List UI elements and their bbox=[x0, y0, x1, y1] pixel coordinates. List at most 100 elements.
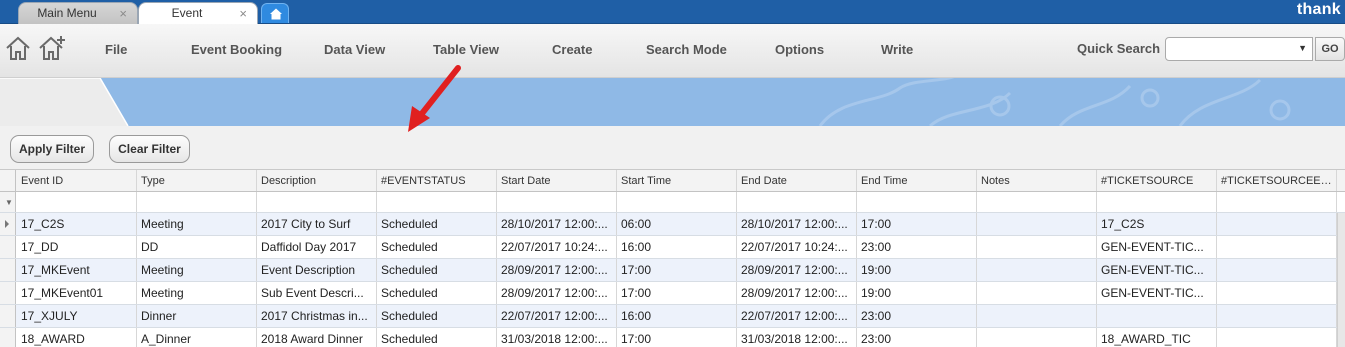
cell-event-id[interactable]: 18_AWARD bbox=[17, 328, 137, 347]
menu-create[interactable]: Create bbox=[552, 42, 592, 57]
cell-start-date[interactable]: 28/09/2017 12:00:... bbox=[497, 259, 617, 281]
cell-ticketsourceexgst[interactable] bbox=[1217, 236, 1337, 258]
apply-filter-button[interactable]: Apply Filter bbox=[10, 135, 94, 163]
row-indicator[interactable] bbox=[0, 213, 16, 235]
cell-ticketsource[interactable] bbox=[1097, 305, 1217, 327]
cell-eventstatus[interactable]: Scheduled bbox=[377, 236, 497, 258]
cell-start-date[interactable]: 28/10/2017 12:00:... bbox=[497, 213, 617, 235]
clear-filter-button[interactable]: Clear Filter bbox=[109, 135, 190, 163]
cell-ticketsource[interactable]: GEN-EVENT-TIC... bbox=[1097, 236, 1217, 258]
filter-cell-end-time[interactable] bbox=[857, 192, 977, 212]
column-header-end-time[interactable]: End Time bbox=[857, 170, 977, 191]
tab-event[interactable]: Event × bbox=[138, 2, 258, 25]
cell-notes[interactable] bbox=[977, 282, 1097, 304]
cell-ticketsource[interactable]: GEN-EVENT-TIC... bbox=[1097, 282, 1217, 304]
quick-search-input[interactable]: ▼ bbox=[1165, 37, 1313, 61]
cell-end-time[interactable]: 19:00 bbox=[857, 282, 977, 304]
cell-ticketsourceexgst[interactable] bbox=[1217, 259, 1337, 281]
cell-description[interactable]: Sub Event Descri... bbox=[257, 282, 377, 304]
filter-cell-end-date[interactable] bbox=[737, 192, 857, 212]
close-icon[interactable]: × bbox=[239, 3, 247, 24]
row-indicator[interactable] bbox=[0, 236, 16, 258]
filter-cell-type[interactable] bbox=[137, 192, 257, 212]
cell-end-time[interactable]: 17:00 bbox=[857, 213, 977, 235]
cell-type[interactable]: A_Dinner bbox=[137, 328, 257, 347]
cell-event-id[interactable]: 17_MKEvent bbox=[17, 259, 137, 281]
column-header-description[interactable]: Description bbox=[257, 170, 377, 191]
cell-end-date[interactable]: 31/03/2018 12:00:... bbox=[737, 328, 857, 347]
cell-eventstatus[interactable]: Scheduled bbox=[377, 282, 497, 304]
cell-ticketsourceexgst[interactable] bbox=[1217, 213, 1337, 235]
cell-description[interactable]: 2018 Award Dinner bbox=[257, 328, 377, 347]
menu-event-booking[interactable]: Event Booking bbox=[191, 42, 282, 57]
menu-write[interactable]: Write bbox=[881, 42, 913, 57]
cell-ticketsourceexgst[interactable] bbox=[1217, 282, 1337, 304]
add-home-icon[interactable] bbox=[37, 34, 65, 62]
filter-cell-event-id[interactable] bbox=[17, 192, 137, 212]
filter-cell-eventstatus[interactable] bbox=[377, 192, 497, 212]
cell-description[interactable]: 2017 Christmas in... bbox=[257, 305, 377, 327]
row-indicator[interactable] bbox=[0, 305, 16, 327]
cell-event-id[interactable]: 17_DD bbox=[17, 236, 137, 258]
cell-eventstatus[interactable]: Scheduled bbox=[377, 328, 497, 347]
close-icon[interactable]: × bbox=[119, 3, 127, 24]
cell-ticketsource[interactable]: GEN-EVENT-TIC... bbox=[1097, 259, 1217, 281]
menu-search-mode[interactable]: Search Mode bbox=[646, 42, 727, 57]
cell-end-date[interactable]: 28/09/2017 12:00:... bbox=[737, 259, 857, 281]
cell-end-date[interactable]: 28/09/2017 12:00:... bbox=[737, 282, 857, 304]
cell-start-date[interactable]: 28/09/2017 12:00:... bbox=[497, 282, 617, 304]
menu-options[interactable]: Options bbox=[775, 42, 824, 57]
filter-cell-description[interactable] bbox=[257, 192, 377, 212]
cell-ticketsourceexgst[interactable] bbox=[1217, 328, 1337, 347]
cell-start-time[interactable]: 17:00 bbox=[617, 259, 737, 281]
cell-event-id[interactable]: 17_C2S bbox=[17, 213, 137, 235]
filter-cell-start-time[interactable] bbox=[617, 192, 737, 212]
cell-end-date[interactable]: 28/10/2017 12:00:... bbox=[737, 213, 857, 235]
home-icon[interactable] bbox=[4, 34, 32, 62]
cell-type[interactable]: Dinner bbox=[137, 305, 257, 327]
table-row[interactable]: 17_C2S Meeting 2017 City to Surf Scheduled 2… bbox=[0, 213, 1345, 236]
cell-description[interactable]: Event Description bbox=[257, 259, 377, 281]
cell-ticketsource[interactable]: 17_C2S bbox=[1097, 213, 1217, 235]
cell-end-time[interactable]: 23:00 bbox=[857, 305, 977, 327]
menu-table-view[interactable]: Table View bbox=[433, 42, 499, 57]
cell-event-id[interactable]: 17_MKEvent01 bbox=[17, 282, 137, 304]
table-row[interactable]: 17_MKEvent01 Meeting Sub Event Descri... Sc… bbox=[0, 282, 1345, 305]
cell-start-time[interactable]: 06:00 bbox=[617, 213, 737, 235]
cell-type[interactable]: Meeting bbox=[137, 213, 257, 235]
home-tab-icon[interactable] bbox=[261, 3, 289, 23]
column-header-type[interactable]: Type bbox=[137, 170, 257, 191]
go-button[interactable]: GO bbox=[1315, 37, 1345, 61]
column-header-ticketsource[interactable]: #TICKETSOURCE bbox=[1097, 170, 1217, 191]
row-indicator[interactable] bbox=[0, 328, 16, 347]
cell-ticketsourceexgst[interactable] bbox=[1217, 305, 1337, 327]
filter-cell-notes[interactable] bbox=[977, 192, 1097, 212]
cell-description[interactable]: 2017 City to Surf bbox=[257, 213, 377, 235]
table-row[interactable]: 17_DD DD Daffidol Day 2017 Scheduled 22/07/2… bbox=[0, 236, 1345, 259]
cell-end-time[interactable]: 23:00 bbox=[857, 236, 977, 258]
cell-notes[interactable] bbox=[977, 328, 1097, 347]
cell-notes[interactable] bbox=[977, 236, 1097, 258]
cell-start-date[interactable]: 31/03/2018 12:00:... bbox=[497, 328, 617, 347]
cell-end-time[interactable]: 19:00 bbox=[857, 259, 977, 281]
column-header-event-id[interactable]: Event ID bbox=[17, 170, 137, 191]
column-header-start-date[interactable]: Start Date bbox=[497, 170, 617, 191]
menu-file[interactable]: File bbox=[105, 42, 127, 57]
vertical-scrollbar[interactable] bbox=[1337, 213, 1345, 347]
cell-end-date[interactable]: 22/07/2017 10:24:... bbox=[737, 236, 857, 258]
row-indicator[interactable] bbox=[0, 259, 16, 281]
column-header-ticketsourceexgst[interactable]: #TICKETSOURCEEXGST bbox=[1217, 170, 1337, 191]
cell-description[interactable]: Daffidol Day 2017 bbox=[257, 236, 377, 258]
table-row[interactable]: 17_XJULY Dinner 2017 Christmas in... Schedu… bbox=[0, 305, 1345, 328]
dropdown-arrow-icon[interactable]: ▼ bbox=[1298, 43, 1307, 53]
cell-notes[interactable] bbox=[977, 305, 1097, 327]
menu-data-view[interactable]: Data View bbox=[324, 42, 385, 57]
cell-end-date[interactable]: 22/07/2017 12:00:... bbox=[737, 305, 857, 327]
cell-eventstatus[interactable]: Scheduled bbox=[377, 213, 497, 235]
cell-start-time[interactable]: 17:00 bbox=[617, 328, 737, 347]
cell-notes[interactable] bbox=[977, 213, 1097, 235]
cell-type[interactable]: Meeting bbox=[137, 282, 257, 304]
cell-start-time[interactable]: 16:00 bbox=[617, 305, 737, 327]
row-indicator[interactable] bbox=[0, 282, 16, 304]
cell-event-id[interactable]: 17_XJULY bbox=[17, 305, 137, 327]
